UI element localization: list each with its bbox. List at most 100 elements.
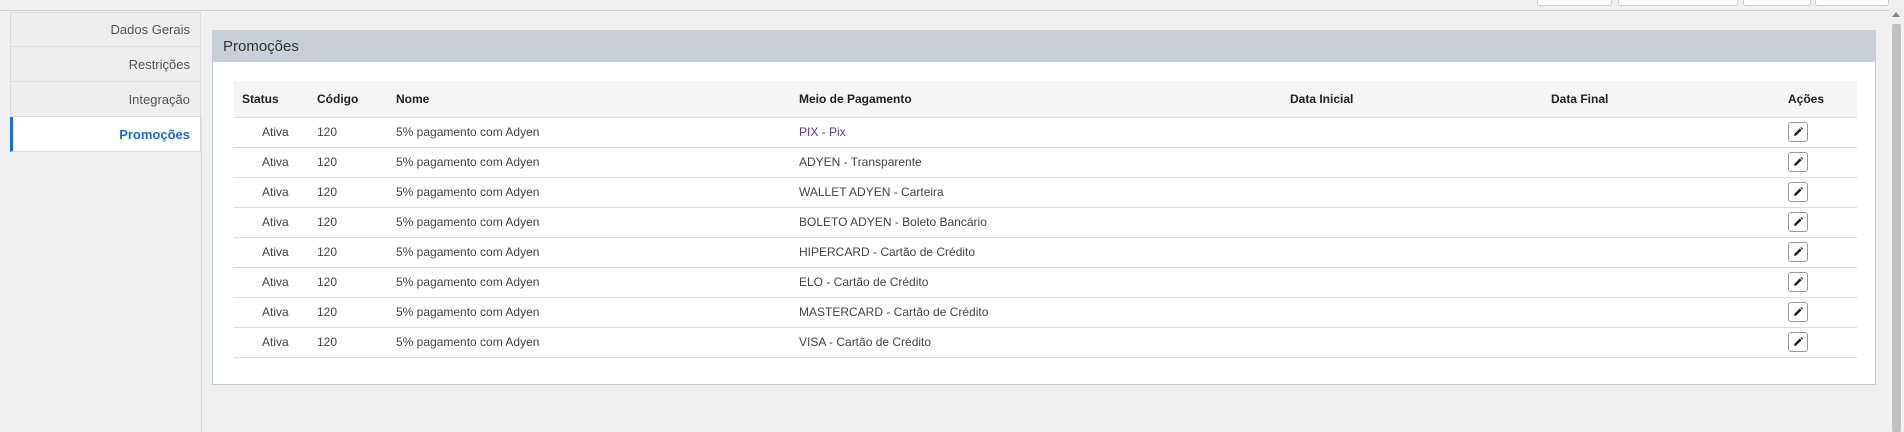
sidebar-nav: Dados Gerais Restrições Integração Promo… [10, 12, 201, 152]
data-inicial-cell [1282, 207, 1543, 238]
content-divider [201, 118, 202, 432]
edit-button[interactable] [1788, 182, 1808, 202]
column-header-data-final[interactable]: Data Final [1543, 81, 1780, 118]
top-divider [0, 10, 1889, 11]
codigo-cell: 120 [309, 327, 388, 358]
codigo-cell: 120 [309, 207, 388, 238]
sidebar-item-promocoes[interactable]: Promoções [10, 117, 201, 152]
acoes-cell [1780, 147, 1857, 178]
table-row: Ativa 120 5% pagamento com Adyen ELO - Cart… [234, 267, 1857, 298]
column-header-meio-pagamento[interactable]: Meio de Pagamento [791, 81, 1282, 118]
sidebar-item-integracao[interactable]: Integração [10, 82, 201, 117]
pencil-icon [1793, 337, 1803, 347]
codigo-cell: 120 [309, 147, 388, 178]
column-header-acoes: Ações [1780, 81, 1857, 118]
data-final-cell [1543, 207, 1780, 238]
status-cell: Ativa [234, 147, 309, 178]
table-row: Ativa 120 5% pagamento com Adyen WALLET ADY… [234, 177, 1857, 208]
edit-button[interactable] [1788, 122, 1808, 142]
top-toolbar-button[interactable] [1618, 0, 1738, 6]
nome-cell: 5% pagamento com Adyen [388, 207, 791, 238]
acoes-cell [1780, 207, 1857, 238]
column-header-status[interactable]: Status [234, 81, 309, 118]
pencil-icon [1793, 217, 1803, 227]
status-cell: Ativa [234, 237, 309, 268]
sidebar-item-label: Promoções [119, 126, 190, 142]
nome-cell: 5% pagamento com Adyen [388, 297, 791, 328]
pencil-icon [1793, 247, 1803, 257]
codigo-cell: 120 [309, 267, 388, 298]
codigo-cell: 120 [309, 237, 388, 268]
edit-button[interactable] [1788, 272, 1808, 292]
pencil-icon [1793, 307, 1803, 317]
scrollbar-thumb[interactable] [1892, 24, 1901, 432]
edit-button[interactable] [1788, 212, 1808, 232]
data-final-cell [1543, 237, 1780, 268]
column-header-nome[interactable]: Nome [388, 81, 791, 118]
meio-pagamento-cell: MASTERCARD - Cartão de Crédito [791, 297, 1282, 328]
meio-pagamento-cell: BOLETO ADYEN - Boleto Bancário [791, 207, 1282, 238]
nome-cell: 5% pagamento com Adyen [388, 237, 791, 268]
nome-cell: 5% pagamento com Adyen [388, 147, 791, 178]
acoes-cell [1780, 237, 1857, 268]
nome-cell: 5% pagamento com Adyen [388, 267, 791, 298]
data-inicial-cell [1282, 177, 1543, 208]
table-header-row: Status Código Nome Meio de Pagamento Dat… [234, 81, 1857, 118]
codigo-cell: 120 [309, 297, 388, 328]
top-toolbar-button[interactable] [1537, 0, 1612, 6]
sidebar-item-restricoes[interactable]: Restrições [10, 47, 201, 82]
edit-button[interactable] [1788, 332, 1808, 352]
top-toolbar-button[interactable] [1815, 0, 1889, 6]
data-inicial-cell [1282, 147, 1543, 178]
panel-title: Promoções [223, 38, 299, 55]
pencil-icon [1793, 187, 1803, 197]
vertical-scrollbar[interactable] [1889, 10, 1904, 432]
acoes-cell [1780, 327, 1857, 358]
meio-pagamento-cell: WALLET ADYEN - Carteira [791, 177, 1282, 208]
column-header-data-inicial[interactable]: Data Inicial [1282, 81, 1543, 118]
sidebar-item-dados-gerais[interactable]: Dados Gerais [10, 12, 201, 47]
acoes-cell [1780, 177, 1857, 208]
promotions-table: Status Código Nome Meio de Pagamento Dat… [234, 81, 1857, 358]
codigo-cell: 120 [309, 177, 388, 208]
meio-pagamento-cell: ELO - Cartão de Crédito [791, 267, 1282, 298]
table-row: Ativa 120 5% pagamento com Adyen ADYEN - Tr… [234, 147, 1857, 178]
status-cell: Ativa [234, 207, 309, 238]
table-row: Ativa 120 5% pagamento com Adyen PIX - Pix [234, 117, 1857, 148]
meio-pagamento-cell: VISA - Cartão de Crédito [791, 327, 1282, 358]
acoes-cell [1780, 267, 1857, 298]
column-header-codigo[interactable]: Código [309, 81, 388, 118]
table-row: Ativa 120 5% pagamento com Adyen MASTERCARD… [234, 297, 1857, 328]
status-cell: Ativa [234, 297, 309, 328]
sidebar-item-label: Restrições [128, 56, 190, 72]
edit-button[interactable] [1788, 242, 1808, 262]
data-inicial-cell [1282, 327, 1543, 358]
scroll-up-arrow-icon[interactable] [1892, 12, 1900, 17]
table-row: Ativa 120 5% pagamento com Adyen HIPERCARD … [234, 237, 1857, 268]
data-inicial-cell [1282, 297, 1543, 328]
data-final-cell [1543, 327, 1780, 358]
panel-header: Promoções [213, 31, 1875, 62]
data-final-cell [1543, 267, 1780, 298]
data-final-cell [1543, 297, 1780, 328]
status-cell: Ativa [234, 117, 309, 148]
status-cell: Ativa [234, 327, 309, 358]
data-inicial-cell [1282, 117, 1543, 148]
pencil-icon [1793, 277, 1803, 287]
data-inicial-cell [1282, 267, 1543, 298]
nome-cell: 5% pagamento com Adyen [388, 117, 791, 148]
table-row: Ativa 120 5% pagamento com Adyen BOLETO ADY… [234, 207, 1857, 238]
table-row: Ativa 120 5% pagamento com Adyen VISA - Car… [234, 327, 1857, 358]
edit-button[interactable] [1788, 302, 1808, 322]
meio-pagamento-cell: ADYEN - Transparente [791, 147, 1282, 178]
pencil-icon [1793, 157, 1803, 167]
top-toolbar-button[interactable] [1743, 0, 1811, 6]
data-inicial-cell [1282, 237, 1543, 268]
status-cell: Ativa [234, 177, 309, 208]
status-cell: Ativa [234, 267, 309, 298]
acoes-cell [1780, 297, 1857, 328]
acoes-cell [1780, 117, 1857, 148]
sidebar-item-label: Integração [128, 91, 190, 107]
promotions-panel: Promoções Status Código Nome Meio de Pag… [212, 30, 1876, 385]
edit-button[interactable] [1788, 152, 1808, 172]
